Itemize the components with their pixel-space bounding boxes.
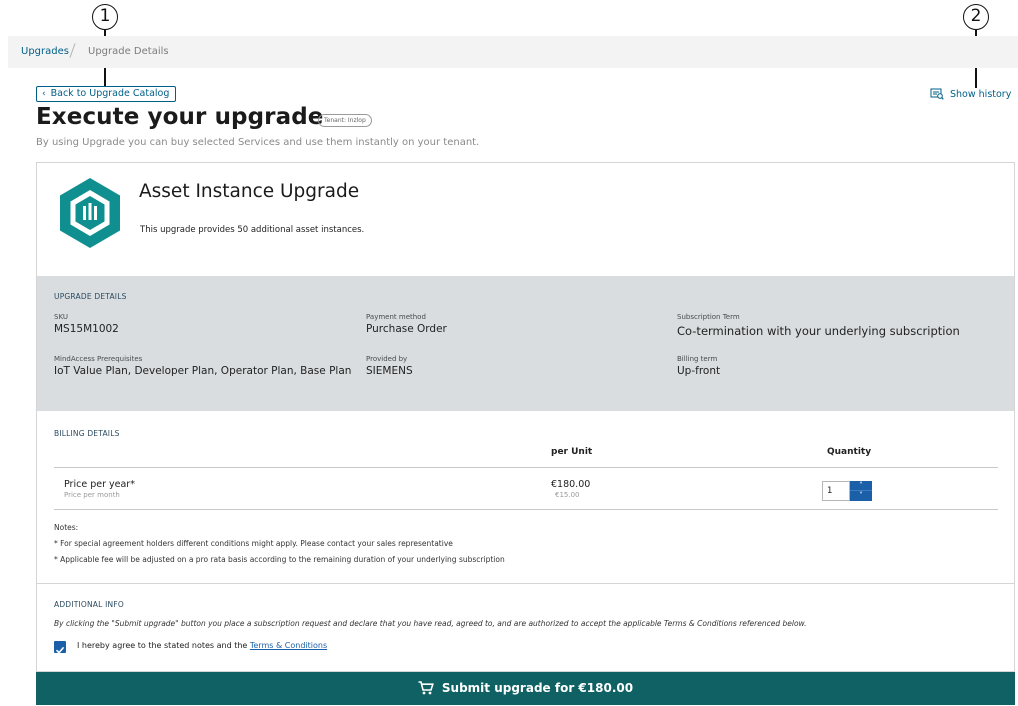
payment-method-label: Payment method xyxy=(366,313,426,321)
quantity-input[interactable]: 1 xyxy=(822,481,850,501)
page-title: Execute your upgrade xyxy=(36,104,324,130)
upgrade-details-section: UPGRADE DETAILS SKU MS15M1002 Payment me… xyxy=(37,276,1014,411)
prerequisites-value: IoT Value Plan, Developer Plan, Operator… xyxy=(54,365,352,377)
tenant-badge: Tenant: Inzlop xyxy=(318,114,372,127)
agree-checkbox[interactable] xyxy=(54,641,66,654)
payment-method-value: Purchase Order xyxy=(366,323,447,335)
history-icon xyxy=(930,88,944,100)
subscription-term-label: Subscription Term xyxy=(677,313,740,321)
submit-label: Submit upgrade for €180.00 xyxy=(441,681,634,695)
page-subtitle: By using Upgrade you can buy selected Se… xyxy=(36,137,480,148)
upgrade-card: Asset Instance Upgrade This upgrade prov… xyxy=(36,162,1015,672)
price-per-month-label: Price per month xyxy=(64,491,120,499)
per-unit-header: per Unit xyxy=(551,447,593,457)
price-per-month-value: €15.00 xyxy=(555,491,580,499)
product-description: This upgrade provides 50 additional asse… xyxy=(140,225,365,235)
breadcrumb-upgrades-link[interactable]: Upgrades xyxy=(21,46,69,57)
notes-title: Notes: xyxy=(54,523,79,532)
billing-term-value: Up-front xyxy=(677,365,721,377)
show-history-link[interactable]: Show history xyxy=(930,88,1011,100)
breadcrumb: Upgrades Upgrade Details xyxy=(8,36,1018,68)
provided-by-value: SIEMENS xyxy=(366,365,413,377)
show-history-label: Show history xyxy=(950,89,1012,100)
back-to-catalog-button[interactable]: ‹ Back to Upgrade Catalog xyxy=(36,86,177,102)
agree-text: I hereby agree to the stated notes and t… xyxy=(77,641,250,650)
submit-upgrade-button[interactable]: Submit upgrade for €180.00 xyxy=(36,672,1015,705)
breadcrumb-separator xyxy=(69,43,76,58)
back-button-label: Back to Upgrade Catalog xyxy=(50,88,170,99)
stepper-down-icon[interactable]: ˅ xyxy=(850,491,872,501)
hexagon-bars-icon xyxy=(60,178,120,248)
quantity-header: Quantity xyxy=(827,447,872,457)
quantity-stepper[interactable]: ˄ ˅ xyxy=(850,481,872,501)
provided-by-label: Provided by xyxy=(366,355,408,363)
subscription-term-value: Co-termination with your underlying subs… xyxy=(677,324,960,338)
additional-info-divider xyxy=(37,583,1014,584)
callout-1: 1 xyxy=(92,4,118,30)
price-per-year-value: €180.00 xyxy=(551,479,591,490)
legal-text: By clicking the "Submit upgrade" button … xyxy=(54,619,807,628)
product-name: Asset Instance Upgrade xyxy=(139,181,360,202)
callout-2: 2 xyxy=(963,4,989,30)
note-special-agreement: * For special agreement holders differen… xyxy=(54,539,453,548)
billing-details-section: BILLING DETAILS per Unit Quantity Price … xyxy=(37,411,1014,583)
chevron-left-icon: ‹ xyxy=(42,89,46,99)
cart-icon xyxy=(418,681,434,695)
sku-value: MS15M1002 xyxy=(54,323,119,335)
table-header-divider xyxy=(54,467,998,468)
breadcrumb-current: Upgrade Details xyxy=(88,46,169,57)
stepper-up-icon[interactable]: ˄ xyxy=(850,481,872,491)
additional-info-heading: ADDITIONAL INFO xyxy=(54,600,124,609)
sku-label: SKU xyxy=(54,313,68,321)
prerequisites-label: MindAccess Prerequisites xyxy=(54,355,143,363)
note-pro-rata: * Applicable fee will be adjusted on a p… xyxy=(54,555,505,564)
table-row-divider xyxy=(54,509,998,510)
price-per-year-label: Price per year* xyxy=(64,479,135,490)
terms-conditions-link[interactable]: Terms & Conditions xyxy=(250,641,327,650)
billing-details-heading: BILLING DETAILS xyxy=(54,429,120,438)
billing-term-label: Billing term xyxy=(677,355,718,363)
checkmark-icon xyxy=(55,646,65,654)
agree-label: I hereby agree to the stated notes and t… xyxy=(77,641,327,650)
upgrade-details-heading: UPGRADE DETAILS xyxy=(54,292,127,301)
